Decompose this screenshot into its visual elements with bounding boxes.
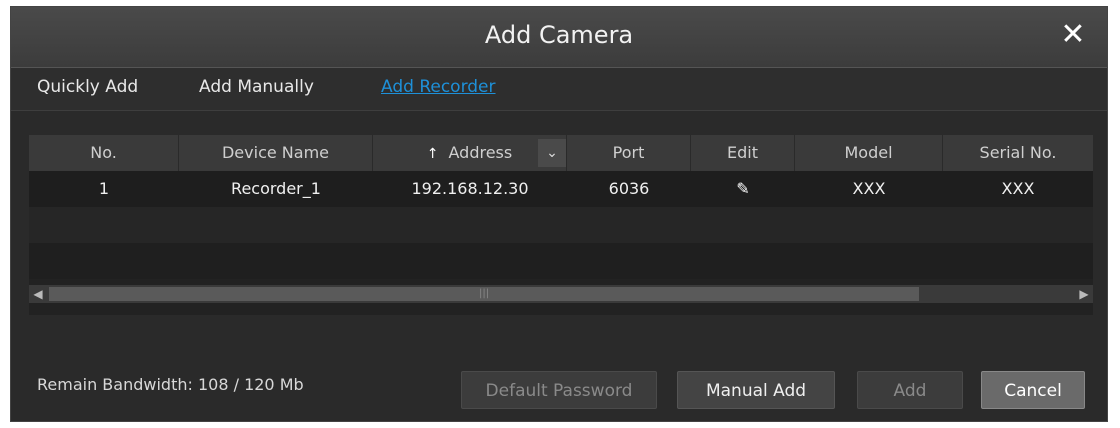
scrollbar-thumb[interactable]: ||| xyxy=(49,287,919,301)
col-edit[interactable]: Edit xyxy=(691,135,795,171)
cancel-button[interactable]: Cancel xyxy=(981,371,1085,409)
col-model[interactable]: Model xyxy=(795,135,943,171)
table-row-empty xyxy=(29,207,1093,243)
table-row[interactable]: 1 Recorder_1 192.168.12.30 6036 ✎ XXX XX… xyxy=(29,171,1093,207)
title-bar: Add Camera ✕ xyxy=(11,7,1107,68)
col-port[interactable]: Port xyxy=(567,135,691,171)
tab-add-recorder[interactable]: Add Recorder xyxy=(381,77,496,97)
close-icon[interactable]: ✕ xyxy=(1053,15,1093,55)
tab-add-manually[interactable]: Add Manually xyxy=(199,77,314,97)
col-no[interactable]: No. xyxy=(29,135,179,171)
col-device-name[interactable]: Device Name xyxy=(179,135,373,171)
add-button[interactable]: Add xyxy=(857,371,963,409)
col-address[interactable]: ↑ Address ⌄ xyxy=(373,135,567,171)
dialog-title: Add Camera xyxy=(484,21,634,49)
recorder-table: No. Device Name ↑ Address ⌄ Port Edit Mod… xyxy=(29,135,1093,315)
cell-model: XXX xyxy=(852,179,886,198)
cell-address: 192.168.12.30 xyxy=(411,179,529,198)
horizontal-scrollbar[interactable]: ◀ ||| ▶ xyxy=(29,285,1093,303)
tab-quickly-add[interactable]: Quickly Add xyxy=(37,77,138,97)
table-header: No. Device Name ↑ Address ⌄ Port Edit Mod… xyxy=(29,135,1093,171)
grip-icon: ||| xyxy=(479,288,490,299)
remain-bandwidth: Remain Bandwidth: 108 / 120 Mb xyxy=(37,375,304,394)
manual-add-button[interactable]: Manual Add xyxy=(677,371,835,409)
pencil-icon[interactable]: ✎ xyxy=(736,179,749,198)
col-serial-no[interactable]: Serial No. xyxy=(943,135,1093,171)
cell-serial-no: XXX xyxy=(1001,179,1035,198)
cell-edit: ✎ xyxy=(691,171,795,207)
add-camera-dialog: Add Camera ✕ Quickly Add Add Manually Ad… xyxy=(10,6,1108,422)
chevron-down-icon[interactable]: ⌄ xyxy=(538,139,566,167)
sort-up-icon: ↑ xyxy=(426,146,439,162)
cell-port: 6036 xyxy=(608,179,650,198)
scroll-right-icon[interactable]: ▶ xyxy=(1075,285,1093,303)
cell-no: 1 xyxy=(98,179,110,198)
cell-device-name: Recorder_1 xyxy=(231,179,321,198)
tab-bar: Quickly Add Add Manually Add Recorder xyxy=(11,68,1107,111)
col-address-label: Address xyxy=(448,143,513,162)
default-password-button[interactable]: Default Password xyxy=(461,371,657,409)
scroll-left-icon[interactable]: ◀ xyxy=(29,285,47,303)
table-row-empty xyxy=(29,243,1093,279)
